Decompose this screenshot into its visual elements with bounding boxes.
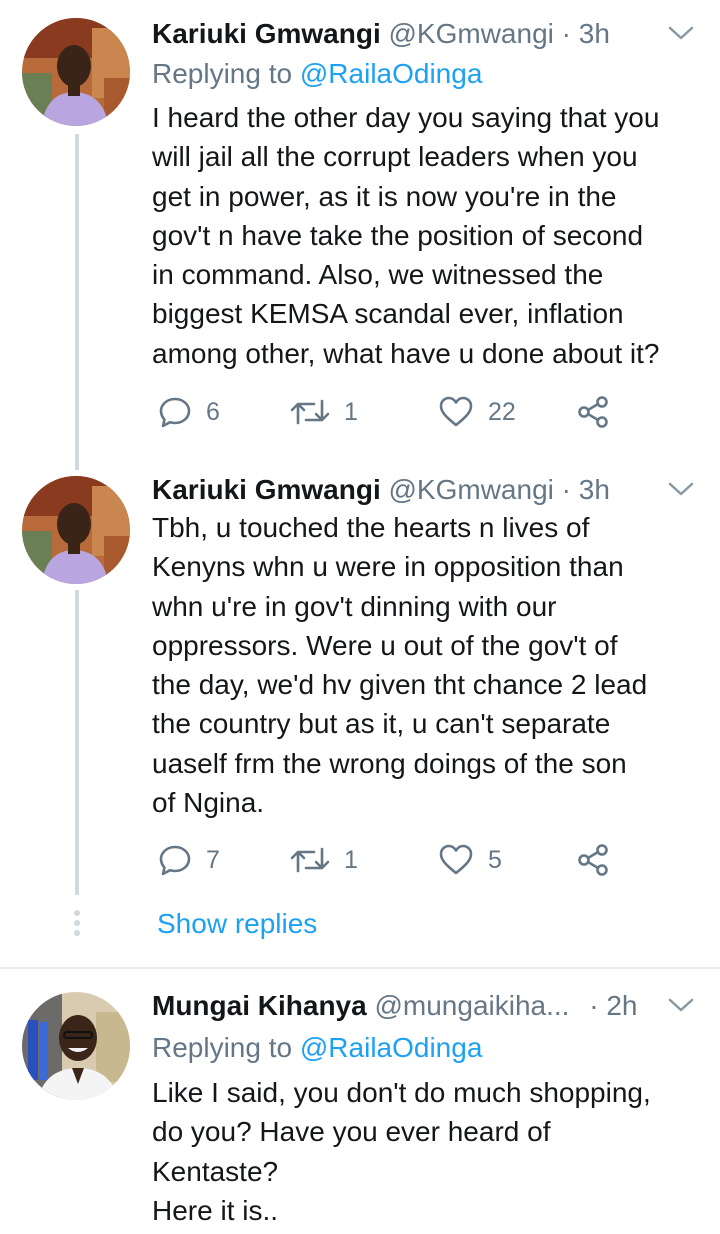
share-icon bbox=[578, 396, 608, 428]
tweet-text-line: uaself frm the wrong doings of the son bbox=[152, 747, 627, 779]
tweet-header: Mungai Kihanya @mungaikiha... · 2h bbox=[152, 986, 700, 1026]
heart-icon bbox=[439, 844, 473, 875]
separator-dot: · bbox=[561, 18, 571, 49]
reply-count: 7 bbox=[206, 845, 220, 874]
author-name[interactable]: Kariuki Gmwangi bbox=[152, 474, 381, 505]
tweet-text-line: do you? Have you ever heard of bbox=[152, 1116, 551, 1148]
mention-link[interactable]: @RailaOdinga bbox=[300, 58, 483, 89]
retweet-icon bbox=[290, 847, 330, 873]
tweet-text-line: the day, we'd hv given tht chance 2 lead bbox=[152, 669, 648, 701]
timestamp[interactable]: 2h bbox=[606, 990, 637, 1021]
tweet-header: Kariuki Gmwangi @KGmwangi · 3h bbox=[152, 470, 700, 510]
timestamp[interactable]: 3h bbox=[579, 18, 610, 49]
tweet-text-line: in command. Also, we witnessed the bbox=[152, 259, 604, 291]
tweet-text: Like I said, you don't do much shopping,… bbox=[152, 1073, 702, 1230]
like-count: 22 bbox=[488, 397, 516, 426]
show-replies-link[interactable]: Show replies bbox=[157, 904, 317, 944]
reply-icon bbox=[159, 397, 191, 428]
like-count: 5 bbox=[488, 845, 502, 874]
tweet-actions: 6 1 22 bbox=[158, 392, 638, 432]
tweet-text-line: oppressors. Were u out of the gov't of bbox=[152, 629, 618, 661]
like-button[interactable]: 22 bbox=[438, 392, 516, 432]
retweet-button[interactable]: 1 bbox=[290, 392, 358, 432]
like-button[interactable]: 5 bbox=[438, 840, 502, 880]
more-dots-icon bbox=[74, 910, 80, 940]
author-name[interactable]: Mungai Kihanya bbox=[152, 990, 367, 1021]
tweet-text: I heard the other day you saying that yo… bbox=[152, 98, 702, 373]
replying-to: Replying to @RailaOdinga bbox=[152, 54, 482, 94]
mention-link[interactable]: @RailaOdinga bbox=[300, 1032, 483, 1063]
avatar[interactable] bbox=[22, 476, 130, 584]
retweet-button[interactable]: 1 bbox=[290, 840, 358, 880]
tweet-text-line: Tbh, u touched the hearts n lives of bbox=[152, 512, 590, 543]
tweet-header: Kariuki Gmwangi @KGmwangi · 3h bbox=[152, 14, 700, 54]
avatar[interactable] bbox=[22, 992, 130, 1100]
timestamp[interactable]: 3h bbox=[579, 474, 610, 505]
tweet-text: Tbh, u touched the hearts n lives of Ken… bbox=[152, 508, 702, 822]
replying-to-label: Replying to bbox=[152, 1032, 293, 1063]
divider bbox=[0, 967, 720, 969]
tweet[interactable]: Kariuki Gmwangi @KGmwangi · 3h Replying … bbox=[0, 14, 720, 454]
tweet-text-line: of Ngina. bbox=[152, 787, 265, 819]
chevron-down-icon[interactable] bbox=[666, 994, 696, 1016]
tweet-text-line: Here it is.. bbox=[152, 1194, 279, 1226]
tweet-text-line: among other, what have u done about it? bbox=[152, 337, 660, 369]
chevron-down-icon[interactable] bbox=[666, 22, 696, 44]
tweet-text-line: Kenyns whn u were in opposition than bbox=[152, 551, 624, 583]
replying-to: Replying to @RailaOdinga bbox=[152, 1028, 482, 1068]
tweet[interactable]: Kariuki Gmwangi @KGmwangi · 3h Tbh, u to… bbox=[0, 470, 720, 890]
tweet-text-line: Kentaste? bbox=[152, 1155, 279, 1187]
tweet-actions: 7 1 5 bbox=[158, 840, 638, 880]
tweet-text-line: the country but as it, u can't separate bbox=[152, 708, 611, 740]
author-name[interactable]: Kariuki Gmwangi bbox=[152, 18, 381, 49]
avatar[interactable] bbox=[22, 18, 130, 126]
retweet-count: 1 bbox=[344, 397, 358, 426]
tweet[interactable]: Mungai Kihanya @mungaikiha... · 2h Reply… bbox=[0, 986, 720, 1234]
chevron-down-icon[interactable] bbox=[666, 478, 696, 500]
share-button[interactable] bbox=[576, 392, 610, 432]
author-handle[interactable]: @KGmwangi bbox=[389, 474, 554, 505]
retweet-count: 1 bbox=[344, 845, 358, 874]
reply-count: 6 bbox=[206, 397, 220, 426]
share-button[interactable] bbox=[576, 840, 610, 880]
tweet-text-line: gov't n have take the position of second bbox=[152, 219, 644, 251]
author-handle[interactable]: @mungaikiha... bbox=[374, 990, 569, 1021]
tweet-text-line: Like I said, you don't do much shopping, bbox=[152, 1077, 651, 1108]
author-handle[interactable]: @KGmwangi bbox=[389, 18, 554, 49]
tweet-text-line: will jail all the corrupt leaders when y… bbox=[152, 141, 638, 173]
retweet-icon bbox=[290, 399, 330, 425]
separator-dot: · bbox=[589, 990, 599, 1021]
tweet-text-line: get in power, as it is now you're in the bbox=[152, 180, 617, 212]
separator-dot: · bbox=[561, 474, 571, 505]
reply-icon bbox=[159, 845, 191, 876]
reply-button[interactable]: 7 bbox=[158, 840, 220, 880]
replying-to-label: Replying to bbox=[152, 58, 293, 89]
heart-icon bbox=[439, 396, 473, 427]
tweet-text-line: I heard the other day you saying that yo… bbox=[152, 102, 660, 133]
reply-button[interactable]: 6 bbox=[158, 392, 220, 432]
tweet-text-line: biggest KEMSA scandal ever, inflation bbox=[152, 298, 624, 330]
tweet-text-line: whn u're in gov't dinning with our bbox=[152, 590, 557, 622]
share-icon bbox=[578, 844, 608, 876]
